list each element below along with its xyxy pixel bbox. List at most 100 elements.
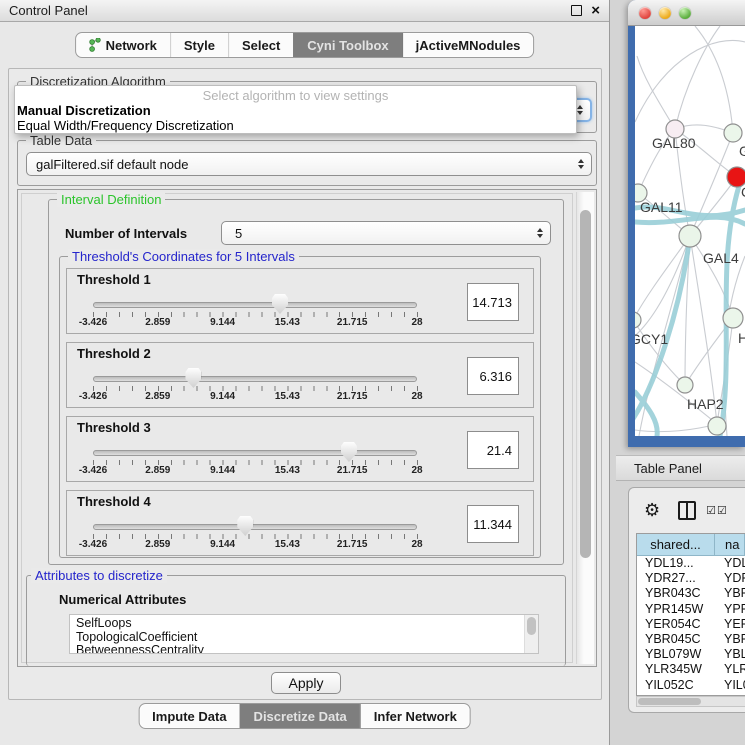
- float-window-icon[interactable]: [571, 5, 582, 16]
- threshold-3-value-field[interactable]: 21.4: [467, 431, 519, 469]
- scrollbar-thumb[interactable]: [638, 698, 701, 705]
- table-row[interactable]: YER054CYER0: [637, 617, 745, 632]
- threshold-1-value-field[interactable]: 14.713: [467, 283, 519, 321]
- threshold-3-slider-thumb[interactable]: [341, 442, 357, 462]
- column-selector-icon[interactable]: [678, 501, 696, 520]
- tab-discretize-data[interactable]: Discretize Data: [240, 704, 360, 728]
- node-h[interactable]: [723, 308, 743, 328]
- threshold-4-slider-track[interactable]: [93, 524, 417, 530]
- node-label: GCY1: [635, 331, 668, 347]
- attributes-group-label: Attributes to discretize: [31, 568, 167, 583]
- control-panel-titlebar[interactable]: Control Panel ×: [0, 0, 609, 22]
- table-panel-titlebar[interactable]: Table Panel: [616, 455, 745, 481]
- attributes-group: Attributes to discretize Numerical Attri…: [26, 575, 566, 666]
- algorithm-option-equal-width[interactable]: Equal Width/Frequency Discretization: [15, 118, 576, 133]
- threshold-2-row: Threshold 2 -3.426 2.859 9.144 15.43 21.…: [66, 342, 534, 408]
- bottom-tab-bar: Impute Data Discretize Data Infer Networ…: [138, 703, 471, 729]
- node-bottom[interactable]: [708, 417, 726, 435]
- list-item[interactable]: TopologicalCoefficient: [70, 631, 538, 645]
- table-data-value: galFiltered.sif default node: [27, 157, 578, 172]
- node-gcy1[interactable]: [635, 312, 641, 328]
- threshold-2-slider-track[interactable]: [93, 376, 417, 382]
- node-gal4[interactable]: [679, 225, 701, 247]
- network-view-window: GAL80 GA C GAL11 GAL4 GCY1 H HAP2: [628, 0, 745, 447]
- table-row[interactable]: YBR043CYBR0: [637, 586, 745, 601]
- network-window-titlebar[interactable]: [628, 0, 745, 26]
- threshold-4-slider-thumb[interactable]: [237, 516, 253, 536]
- close-traffic-light-icon[interactable]: [639, 7, 651, 19]
- checkbox-filter-icons[interactable]: ☑☑: [706, 504, 728, 517]
- top-tab-bar: Network Style Select Cyni Toolbox jActiv…: [75, 32, 535, 58]
- algorithm-option-manual[interactable]: Manual Discretization: [15, 103, 576, 118]
- close-icon[interactable]: ×: [591, 6, 600, 16]
- tab-network-label: Network: [106, 38, 157, 53]
- combo-spinner-icon: [578, 159, 584, 169]
- interval-definition-label: Interval Definition: [57, 192, 165, 207]
- zoom-traffic-light-icon[interactable]: [679, 7, 691, 19]
- desktop: Control Panel × Network Style Select Cyn…: [0, 0, 745, 745]
- table-panel-title: Table Panel: [634, 461, 702, 476]
- tab-jactivemnodules[interactable]: jActiveMNodules: [402, 33, 534, 57]
- gear-icon[interactable]: ⚙: [644, 501, 660, 519]
- threshold-2-slider-thumb[interactable]: [185, 368, 201, 388]
- table-row[interactable]: YDR27...YDR2: [637, 571, 745, 586]
- list-item[interactable]: SelfLoops: [70, 615, 538, 631]
- table-row[interactable]: YPR145WYPR1: [637, 602, 745, 617]
- threshold-3-slider-track[interactable]: [93, 450, 417, 456]
- slider-ticks: [93, 312, 418, 317]
- panel-scrollbar[interactable]: [576, 192, 594, 664]
- table-data-combobox[interactable]: galFiltered.sif default node: [26, 152, 592, 176]
- threshold-1-row: Threshold 1 -3.426 2.859 9.144 15.43 21.…: [66, 268, 534, 334]
- threshold-3-row: Threshold 3 -3.426 2.859 9.144 15.43 21.…: [66, 416, 534, 482]
- apply-button[interactable]: Apply: [271, 672, 341, 694]
- table-horizontal-scrollbar[interactable]: [636, 696, 745, 707]
- table-row[interactable]: YIL052CYIL0: [637, 678, 745, 693]
- tab-style[interactable]: Style: [170, 33, 228, 57]
- node-hap2[interactable]: [677, 377, 693, 393]
- node-label: GA: [739, 143, 745, 159]
- column-header-shared-name[interactable]: shared...: [637, 534, 715, 556]
- table-data-label: Table Data: [26, 133, 96, 148]
- column-header-name[interactable]: na: [715, 534, 745, 556]
- list-scrollbar[interactable]: [524, 615, 538, 653]
- minimize-traffic-light-icon[interactable]: [659, 7, 671, 19]
- number-of-intervals-label: Number of Intervals: [65, 226, 187, 241]
- table-row[interactable]: YBL079WYBL0: [637, 647, 745, 662]
- combo-spinner-icon: [537, 228, 543, 238]
- tab-cyni-toolbox[interactable]: Cyni Toolbox: [293, 33, 401, 57]
- table-header-row: shared... na: [637, 534, 745, 556]
- node-table[interactable]: shared... na YDL19...YDL1 YDR27...YDR2 Y…: [636, 533, 745, 696]
- numerical-attributes-list[interactable]: SelfLoops TopologicalCoefficient Between…: [69, 614, 539, 654]
- tab-network[interactable]: Network: [76, 33, 170, 57]
- network-canvas[interactable]: GAL80 GA C GAL11 GAL4 GCY1 H HAP2: [635, 26, 745, 436]
- node-top-right[interactable]: [724, 124, 742, 142]
- threshold-1-slider-track[interactable]: [93, 302, 417, 308]
- tab-select[interactable]: Select: [228, 33, 293, 57]
- threshold-2-value-field[interactable]: 6.316: [467, 357, 519, 395]
- tab-impute-data[interactable]: Impute Data: [139, 704, 239, 728]
- algorithm-hint: Select algorithm to view settings: [15, 88, 576, 103]
- list-item[interactable]: BetweennessCentrality: [70, 644, 538, 654]
- table-row[interactable]: YBR045CYBR0: [637, 632, 745, 647]
- thresholds-group-label: Threshold's Coordinates for 5 Intervals: [68, 249, 299, 264]
- table-row[interactable]: YDL19...YDL1: [637, 556, 745, 571]
- window-title: Control Panel: [9, 3, 562, 18]
- threshold-1-slider-thumb[interactable]: [272, 294, 288, 314]
- scrollbar-thumb[interactable]: [580, 210, 591, 558]
- slider-ticks: [93, 534, 418, 539]
- table-panel-window: ⚙ ☑☑ shared... na YDL19...YDL1 YDR27...Y…: [628, 487, 745, 713]
- threshold-4-value-field[interactable]: 11.344: [467, 505, 519, 543]
- scrollbar-thumb[interactable]: [527, 617, 536, 635]
- node-label: HAP2: [687, 396, 724, 412]
- node-label: GAL11: [640, 199, 683, 215]
- node-label: C: [741, 184, 745, 200]
- tab-infer-network[interactable]: Infer Network: [360, 704, 470, 728]
- combo-spinner-icon: [577, 105, 583, 115]
- cyni-toolbox-panel: Discretization Algorithm Table Data galF…: [8, 68, 602, 700]
- table-data-group: Table Data galFiltered.sif default node: [17, 140, 597, 186]
- settings-scroll-panel: Interval Definition Number of Intervals …: [17, 189, 597, 667]
- node-label: H: [738, 330, 745, 346]
- network-icon: [89, 38, 101, 52]
- number-of-intervals-combobox[interactable]: 5: [221, 221, 551, 245]
- table-row[interactable]: YLR345WYLR3: [637, 662, 745, 677]
